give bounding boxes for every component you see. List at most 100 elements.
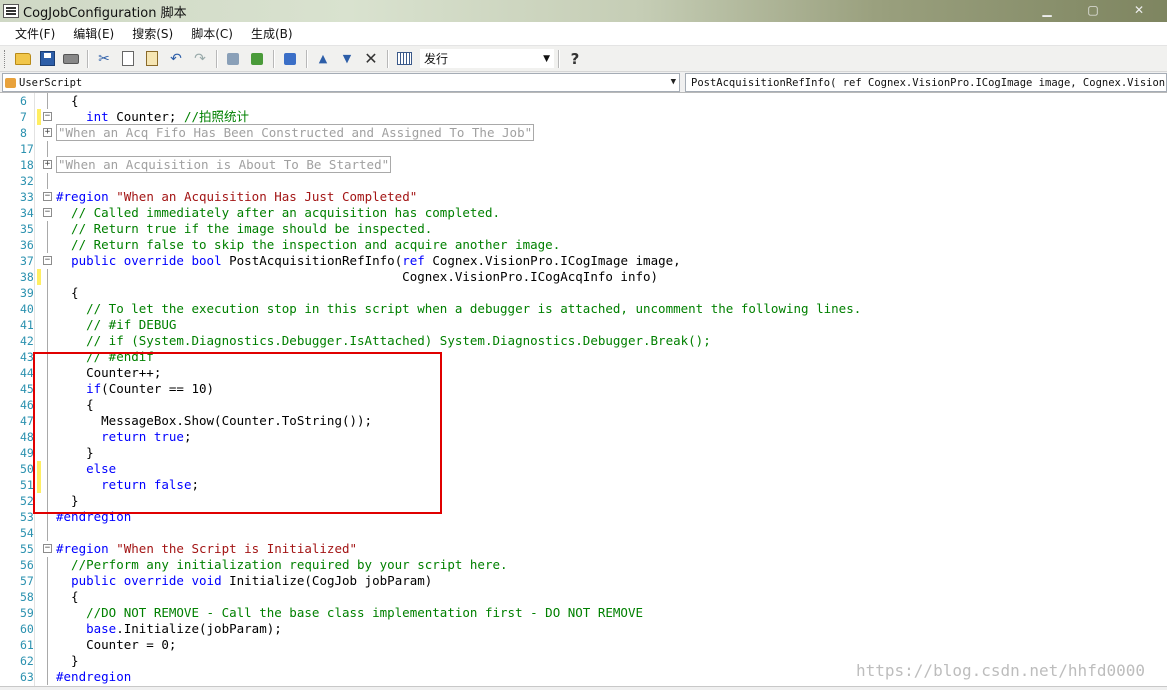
code-line[interactable]: 6 { [0, 93, 1167, 109]
fold-guide-line [47, 317, 48, 333]
save-button[interactable] [36, 48, 58, 70]
collapsed-region-text[interactable]: "When an Acquisition is About To Be Star… [56, 156, 392, 173]
code-line[interactable]: 8 + "When an Acq Fifo Has Been Constructed… [0, 124, 1167, 141]
previous-error-button[interactable]: ▲ [312, 48, 334, 70]
paste-button[interactable] [141, 48, 163, 70]
class-combo[interactable]: UserScript ▼ [2, 73, 680, 92]
code-line[interactable]: 7 − int Counter; //拍照统计 [0, 109, 1167, 125]
code-line[interactable]: 45 if(Counter == 10) [0, 381, 1167, 397]
open-button[interactable] [12, 48, 34, 70]
code-text: //DO NOT REMOVE - Call the base class im… [56, 605, 643, 620]
script-editor-window: CogJobConfiguration 脚本 ▁ ▢ ✕ 文件(F) 编辑(E)… [0, 0, 1167, 690]
code-line[interactable]: 42 // if (System.Diagnostics.Debugger.Is… [0, 333, 1167, 349]
code-line[interactable]: 41 // #if DEBUG [0, 317, 1167, 333]
menu-build[interactable]: 生成(B) [242, 23, 302, 45]
menu-search[interactable]: 搜索(S) [123, 23, 182, 45]
code-line[interactable]: 59 //DO NOT REMOVE - Call the base class… [0, 605, 1167, 621]
code-line[interactable]: 17 [0, 141, 1167, 157]
copy-button[interactable] [117, 48, 139, 70]
code-line[interactable]: 51 return false; [0, 477, 1167, 493]
code-line[interactable]: 47 MessageBox.Show(Counter.ToString()); [0, 413, 1167, 429]
menu-script[interactable]: 脚本(C) [182, 23, 242, 45]
collapse-region-icon[interactable]: − [43, 256, 52, 265]
arrow-down-icon: ▼ [342, 52, 352, 65]
replace-icon [251, 52, 263, 65]
code-line[interactable]: 56 //Perform any initialization required… [0, 557, 1167, 573]
code-line[interactable]: 32 [0, 173, 1167, 189]
code-line[interactable]: 40 // To let the execution stop in this … [0, 301, 1167, 317]
code-line[interactable]: 37− public override bool PostAcquisition… [0, 253, 1167, 269]
cut-button[interactable]: ✂ [93, 48, 115, 70]
code-line[interactable]: 39 { [0, 285, 1167, 301]
binoculars-icon [227, 52, 239, 65]
code-text: // Return false to skip the inspection a… [56, 237, 561, 252]
fold-guide-line [47, 173, 48, 189]
code-line[interactable]: 18 + "When an Acquisition is About To Be S… [0, 156, 1167, 173]
member-combo[interactable]: PostAcquisitionRefInfo( ref Cognex.Visio… [685, 73, 1167, 92]
code-text: // To let the execution stop in this scr… [56, 301, 862, 316]
maximize-button[interactable]: ▢ [1080, 2, 1106, 18]
collapse-region-icon[interactable]: − [43, 112, 52, 121]
code-line[interactable]: 44 Counter++; [0, 365, 1167, 381]
fold-guide-line [47, 445, 48, 461]
help-button[interactable]: ? [564, 48, 586, 70]
configuration-button[interactable] [393, 48, 415, 70]
code-line[interactable]: 48 return true; [0, 429, 1167, 445]
code-text: #endregion [56, 509, 132, 524]
code-line[interactable]: 54 [0, 525, 1167, 541]
fold-guide-line [47, 589, 48, 605]
line-number: 17 [20, 142, 34, 156]
code-line[interactable]: 33− #region "When an Acquisition Has Just… [0, 189, 1167, 205]
find-button[interactable] [222, 48, 244, 70]
code-line[interactable]: 43 // #endif [0, 349, 1167, 365]
expand-region-icon[interactable]: + [43, 160, 52, 169]
code-line[interactable]: 38 Cognex.VisionPro.ICogAcqInfo info) [0, 269, 1167, 285]
code-text: public override void Initialize(CogJob j… [71, 573, 433, 588]
code-text: // if (System.Diagnostics.Debugger.IsAtt… [56, 333, 711, 348]
code-line[interactable]: 55− #region "When the Script is Initializ… [0, 541, 1167, 557]
code-line[interactable]: 46 { [0, 397, 1167, 413]
code-editor[interactable]: 6 {7 − int Counter; //拍照统计 8 + "When an Acq … [0, 93, 1167, 686]
close-button[interactable]: ✕ [1126, 2, 1152, 18]
undo-button[interactable]: ↶ [165, 48, 187, 70]
delete-button[interactable]: ✕ [360, 48, 382, 70]
code-line[interactable]: 49 } [0, 445, 1167, 461]
code-line[interactable]: 36 // Return false to skip the inspectio… [0, 237, 1167, 253]
replace-button[interactable] [246, 48, 268, 70]
redo-button[interactable]: ↷ [189, 48, 211, 70]
menu-edit[interactable]: 编辑(E) [64, 23, 123, 45]
toolbar-grip[interactable] [4, 49, 7, 68]
line-number: 41 [20, 318, 34, 332]
change-marker [37, 269, 41, 285]
line-number: 52 [20, 494, 34, 508]
fold-guide-line [47, 461, 48, 477]
collapse-region-icon[interactable]: − [43, 208, 52, 217]
code-line[interactable]: 60 base.Initialize(jobParam); [0, 621, 1167, 637]
build-button[interactable] [279, 48, 301, 70]
menu-file[interactable]: 文件(F) [6, 23, 64, 45]
toolbar-separator [87, 49, 88, 68]
code-line[interactable]: 52 } [0, 493, 1167, 509]
next-error-button[interactable]: ▼ [336, 48, 358, 70]
collapsed-region-text[interactable]: "When an Acq Fifo Has Been Constructed a… [56, 124, 535, 141]
code-text: Cognex.VisionPro.ICogAcqInfo info) [56, 269, 659, 284]
line-number: 38 [20, 270, 34, 284]
collapse-region-icon[interactable]: − [43, 192, 52, 201]
code-line[interactable]: 50 else [0, 461, 1167, 477]
build-mode-select[interactable]: 发行 ▼ [420, 49, 554, 68]
code-line[interactable]: 57 public override void Initialize(CogJo… [0, 573, 1167, 589]
fold-guide-line [47, 333, 48, 349]
code-line[interactable]: 58 { [0, 589, 1167, 605]
code-line[interactable]: 61 Counter = 0; [0, 637, 1167, 653]
code-line[interactable]: 34− // Called immediately after an acqui… [0, 205, 1167, 221]
code-text: { [56, 397, 94, 412]
minimize-button[interactable]: ▁ [1034, 2, 1060, 18]
class-icon [5, 77, 16, 88]
print-button[interactable] [60, 48, 82, 70]
expand-region-icon[interactable]: + [43, 128, 52, 137]
toolbar-separator [306, 49, 307, 68]
collapse-region-icon[interactable]: − [43, 544, 52, 553]
code-line[interactable]: 35 // Return true if the image should be… [0, 221, 1167, 237]
code-line[interactable]: 53 #endregion [0, 509, 1167, 525]
toolbar-separator [216, 49, 217, 68]
